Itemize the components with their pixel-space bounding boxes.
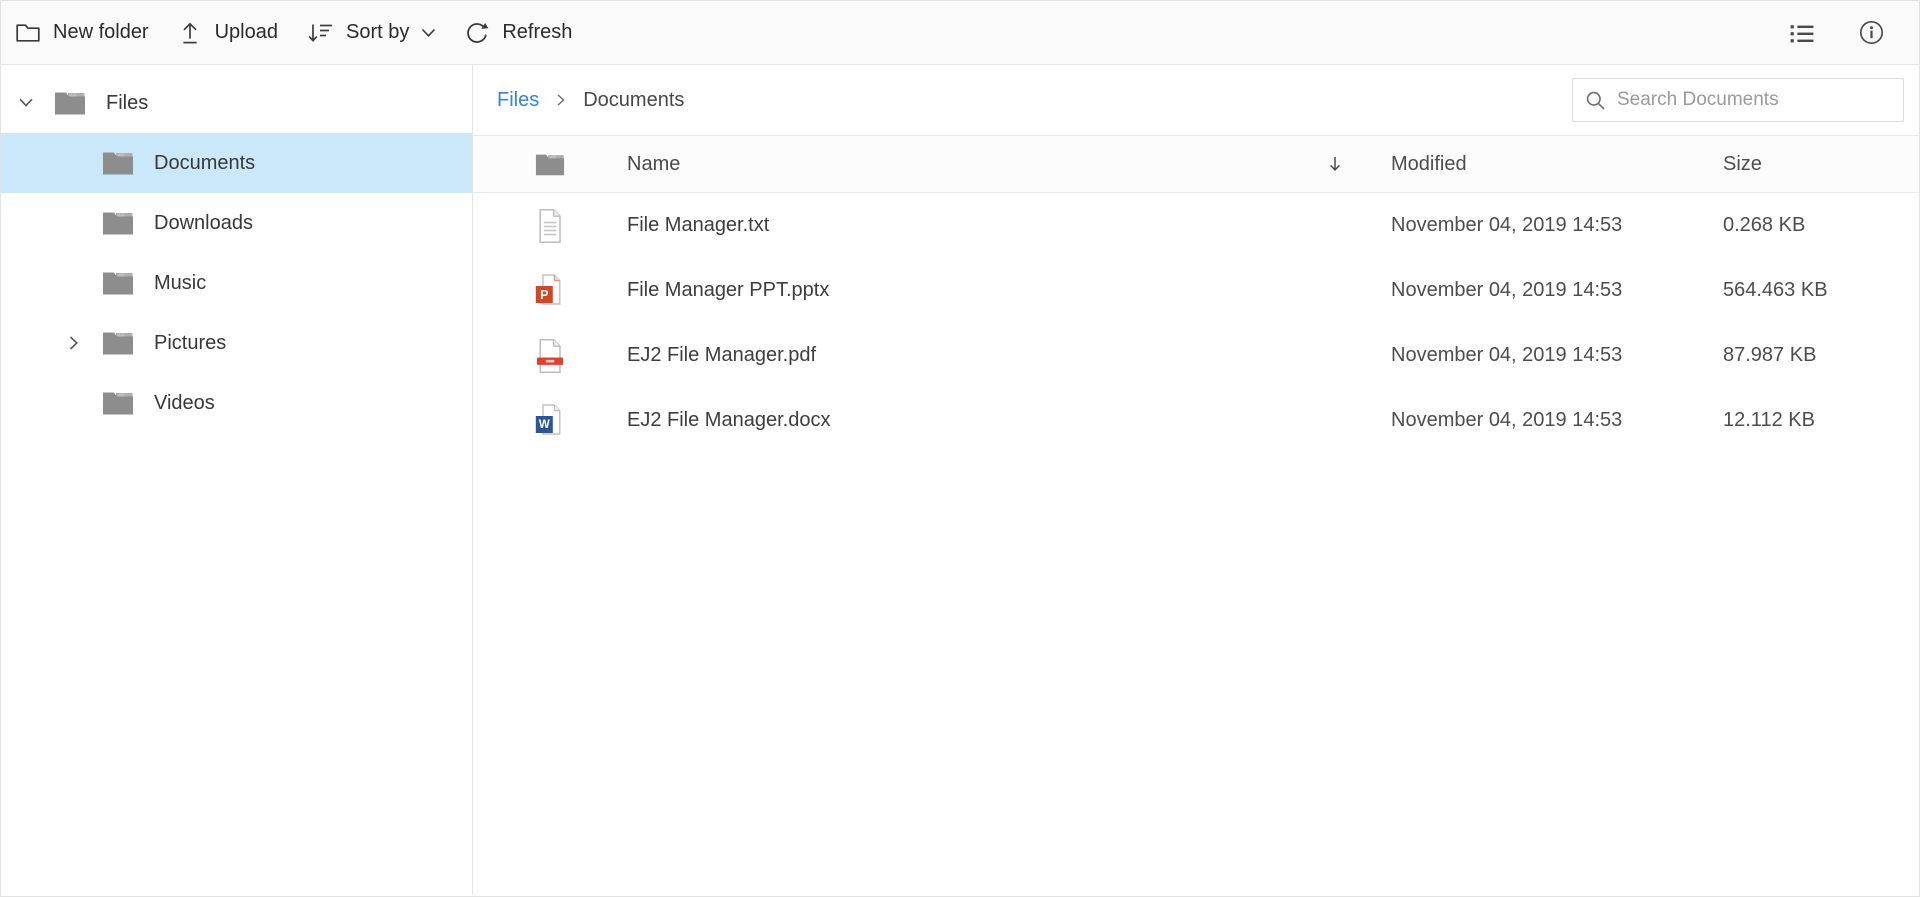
file-row-pptx[interactable]: File Manager PPT.pptx November 04, 2019 … — [473, 258, 1919, 323]
pdf-file-icon — [535, 338, 565, 374]
file-name: File Manager.txt — [627, 214, 770, 236]
file-list: File Manager.txt November 04, 2019 14:53… — [473, 193, 1919, 453]
file-name: File Manager PPT.pptx — [627, 279, 830, 301]
search-input[interactable] — [1617, 89, 1891, 111]
file-modified: November 04, 2019 14:53 — [1391, 279, 1623, 301]
word-file-icon — [535, 403, 565, 439]
upload-label: Upload — [214, 21, 278, 43]
file-modified: November 04, 2019 14:53 — [1391, 344, 1623, 366]
file-row-docx[interactable]: EJ2 File Manager.docx November 04, 2019 … — [473, 388, 1919, 453]
refresh-button[interactable]: Refresh — [450, 9, 586, 57]
tree-item-documents[interactable]: Documents — [1, 133, 472, 193]
tree-item-videos[interactable]: Videos — [1, 373, 472, 433]
file-modified: November 04, 2019 14:53 — [1391, 409, 1623, 431]
file-size: 564.463 KB — [1723, 279, 1828, 301]
refresh-label: Refresh — [502, 21, 573, 43]
folder-icon — [102, 270, 134, 296]
file-size: 0.268 KB — [1723, 214, 1806, 236]
details-view-icon[interactable] — [1782, 14, 1822, 52]
breadcrumb-current[interactable]: Documents — [583, 89, 684, 112]
folder-icon — [102, 330, 134, 356]
tree-item-pictures[interactable]: Pictures — [1, 313, 472, 373]
file-size: 12.112 KB — [1723, 409, 1815, 431]
upload-icon — [177, 20, 203, 46]
upload-button[interactable]: Upload — [163, 9, 292, 57]
folder-icon — [102, 150, 134, 176]
info-icon[interactable] — [1852, 13, 1891, 52]
file-name: EJ2 File Manager.docx — [627, 409, 831, 431]
txt-file-icon — [535, 208, 565, 244]
file-manager-window: New folder Upload Sort by Refresh Files … — [0, 0, 1920, 897]
folder-icon — [535, 152, 565, 177]
toolbar: New folder Upload Sort by Refresh — [1, 1, 1919, 65]
breadcrumb-bar: Files Documents — [473, 65, 1919, 136]
navigation-tree: Files Documents Downloads Music Pictures… — [1, 65, 473, 895]
folder-icon — [102, 210, 134, 236]
tree-item-music[interactable]: Music — [1, 253, 472, 313]
tree-item-downloads[interactable]: Downloads — [1, 193, 472, 253]
chevron-right-icon — [556, 93, 566, 107]
tree-item-files[interactable]: Files — [1, 73, 472, 133]
folder-icon — [54, 90, 86, 116]
toolbar-right — [1782, 13, 1891, 52]
tree-item-label: Pictures — [154, 331, 227, 354]
chevron-right-icon[interactable] — [59, 335, 89, 351]
content-panel: Files Documents Search Documents Name Mo… — [473, 65, 1919, 895]
new-folder-label: New folder — [53, 21, 149, 43]
tree-item-label: Downloads — [154, 211, 253, 234]
sort-by-button[interactable]: Sort by — [292, 9, 450, 57]
powerpoint-file-icon — [535, 273, 565, 309]
new-folder-button[interactable]: New folder — [1, 9, 163, 57]
grid-header: Name Modified Size — [473, 136, 1919, 193]
sort-by-label: Sort by — [346, 21, 410, 43]
breadcrumb-root[interactable]: Files — [497, 89, 539, 112]
file-size: 87.987 KB — [1723, 344, 1817, 366]
tree-item-label: Files — [106, 91, 149, 114]
refresh-icon — [464, 20, 490, 46]
file-row-pdf[interactable]: EJ2 File Manager.pdf November 04, 2019 1… — [473, 323, 1919, 388]
folder-icon — [102, 390, 134, 416]
sort-icon — [306, 20, 334, 46]
file-row-txt[interactable]: File Manager.txt November 04, 2019 14:53… — [473, 193, 1919, 258]
new-folder-icon — [15, 20, 41, 46]
tree-item-label: Music — [154, 271, 207, 294]
search-icon — [1585, 90, 1606, 111]
chevron-down-icon — [421, 28, 436, 38]
column-header-name[interactable]: Name — [627, 153, 680, 176]
file-name: EJ2 File Manager.pdf — [627, 344, 816, 366]
column-header-modified[interactable]: Modified — [1391, 153, 1723, 176]
search-box — [1572, 78, 1904, 122]
column-header-size[interactable]: Size — [1723, 153, 1919, 176]
chevron-down-icon[interactable] — [11, 97, 41, 109]
tree-item-label: Videos — [154, 391, 215, 414]
sort-arrow-down-icon — [1327, 154, 1343, 174]
tree-item-label: Documents — [154, 151, 256, 174]
file-modified: November 04, 2019 14:53 — [1391, 214, 1623, 236]
